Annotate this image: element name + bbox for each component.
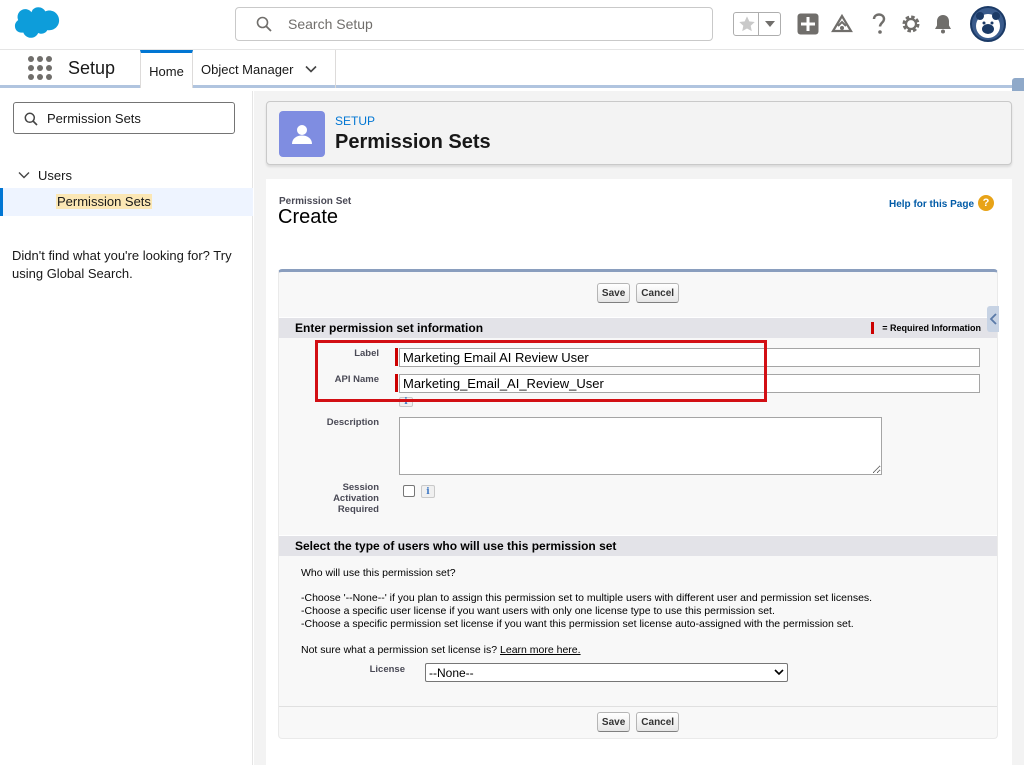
cancel-button[interactable]: Cancel	[636, 283, 680, 303]
top-button-row: Save Cancel	[279, 283, 997, 307]
form-title: Create	[278, 206, 339, 228]
choose-user-license-text: -Choose a specific user license if you w…	[301, 605, 775, 617]
license-selected-value: --None--	[429, 666, 474, 680]
question-icon	[872, 13, 886, 34]
user-icon	[292, 125, 312, 144]
sidebar-item-permission-sets[interactable]: Permission Sets	[0, 188, 253, 216]
tree-group-users[interactable]: Users	[18, 165, 72, 185]
choose-permset-license-text: -Choose a specific permission set licens…	[301, 618, 854, 630]
section-permission-set-info: Enter permission set information = Requi…	[279, 317, 997, 338]
chevron-left-icon	[989, 313, 997, 325]
search-icon	[256, 16, 272, 32]
setup-context-bar: Setup Home Object Manager	[0, 50, 1024, 88]
bottom-button-row: Save Cancel	[279, 712, 997, 736]
page-title: Permission Sets	[335, 131, 491, 153]
trailhead-icon	[831, 13, 853, 33]
setup-gear-button[interactable]	[899, 12, 923, 36]
permission-set-form: Save Cancel Enter permission set informa…	[278, 269, 998, 739]
api-name-info-icon[interactable]: i	[399, 397, 413, 407]
required-legend-text: = Required Information	[882, 323, 981, 333]
page-header: SETUP Permission Sets	[266, 101, 1012, 165]
plus-icon	[797, 13, 819, 35]
section-title: Select the type of users who will use th…	[295, 539, 617, 553]
section-user-type: Select the type of users who will use th…	[279, 535, 997, 556]
save-button[interactable]: Save	[596, 283, 631, 303]
required-indicator-icon	[871, 322, 875, 334]
required-indicator-icon	[395, 374, 398, 392]
astro-avatar-icon	[976, 12, 1000, 38]
global-header	[0, 0, 1024, 50]
api-name-field-label: API Name	[334, 374, 379, 385]
session-activation-checkbox[interactable]	[403, 485, 415, 497]
search-icon	[24, 112, 38, 126]
label-field-label: Label	[354, 348, 379, 359]
caret-down-icon	[765, 21, 775, 27]
star-icon	[739, 16, 755, 32]
who-will-use-text: Who will use this permission set?	[301, 567, 456, 579]
help-question-icon[interactable]: ?	[978, 195, 994, 211]
favorites-dropdown[interactable]	[758, 12, 781, 36]
session-info-icon[interactable]: i	[421, 485, 435, 498]
chevron-down-icon	[774, 669, 784, 676]
content-card: Permission Set Create Help for this Page…	[266, 179, 1012, 765]
session-label-line: Activation	[333, 493, 379, 504]
tab-object-manager[interactable]: Object Manager	[193, 50, 336, 88]
required-legend: = Required Information	[871, 322, 981, 334]
quick-find[interactable]	[13, 102, 235, 134]
session-activation-label: Session Activation Required	[299, 482, 379, 515]
sidebar-help-text: Didn't find what you're looking for? Try…	[12, 248, 232, 281]
not-sure-question: Not sure what a permission set license i…	[301, 644, 498, 656]
chevron-down-icon[interactable]	[18, 169, 30, 181]
gear-icon	[902, 15, 920, 33]
api-name-input[interactable]	[399, 374, 980, 393]
learn-more-link[interactable]: Learn more here.	[500, 644, 581, 656]
app-name: Setup	[68, 58, 116, 78]
user-avatar[interactable]	[970, 6, 1006, 42]
bell-icon	[935, 15, 951, 34]
chevron-down-icon[interactable]	[305, 63, 317, 75]
divider	[279, 706, 997, 707]
quick-find-input[interactable]	[47, 109, 227, 127]
tree-group-label: Users	[38, 167, 72, 183]
cancel-button[interactable]: Cancel	[636, 712, 680, 732]
global-search-input[interactable]	[288, 14, 688, 34]
label-input[interactable]	[399, 348, 980, 367]
global-search[interactable]	[235, 7, 713, 41]
main-content: SETUP Permission Sets Permission Set Cre…	[254, 91, 1024, 765]
tab-home[interactable]: Home	[140, 50, 193, 88]
section-title: Enter permission set information	[295, 321, 484, 335]
required-indicator-icon	[395, 348, 398, 366]
help-button[interactable]	[867, 12, 891, 36]
sidebar-item-label: Permission Sets	[56, 194, 152, 209]
page-eyebrow: SETUP	[335, 114, 376, 128]
choose-none-text: -Choose '--None--' if you plan to assign…	[301, 592, 873, 604]
save-button[interactable]: Save	[596, 712, 631, 732]
license-label: License	[369, 664, 405, 675]
app-launcher-icon[interactable]	[28, 56, 52, 80]
tab-object-manager-label: Object Manager	[201, 61, 294, 77]
session-label-line: Session	[342, 482, 379, 493]
favorites-button[interactable]	[733, 12, 781, 36]
trailhead-button[interactable]	[830, 12, 854, 36]
license-select[interactable]: --None--	[425, 663, 788, 682]
description-label: Description	[326, 417, 379, 428]
help-for-page-link[interactable]: Help for this Page	[889, 199, 974, 210]
session-label-line: Required	[337, 504, 379, 515]
not-sure-text: Not sure what a permission set license i…	[301, 644, 581, 657]
notifications-button[interactable]	[931, 12, 955, 36]
permission-set-icon	[279, 111, 325, 157]
salesforce-logo[interactable]	[14, 7, 60, 39]
global-actions-button[interactable]	[796, 12, 820, 36]
description-textarea[interactable]	[399, 417, 882, 475]
setup-sidebar: Users Permission Sets Didn't find what y…	[0, 91, 253, 765]
